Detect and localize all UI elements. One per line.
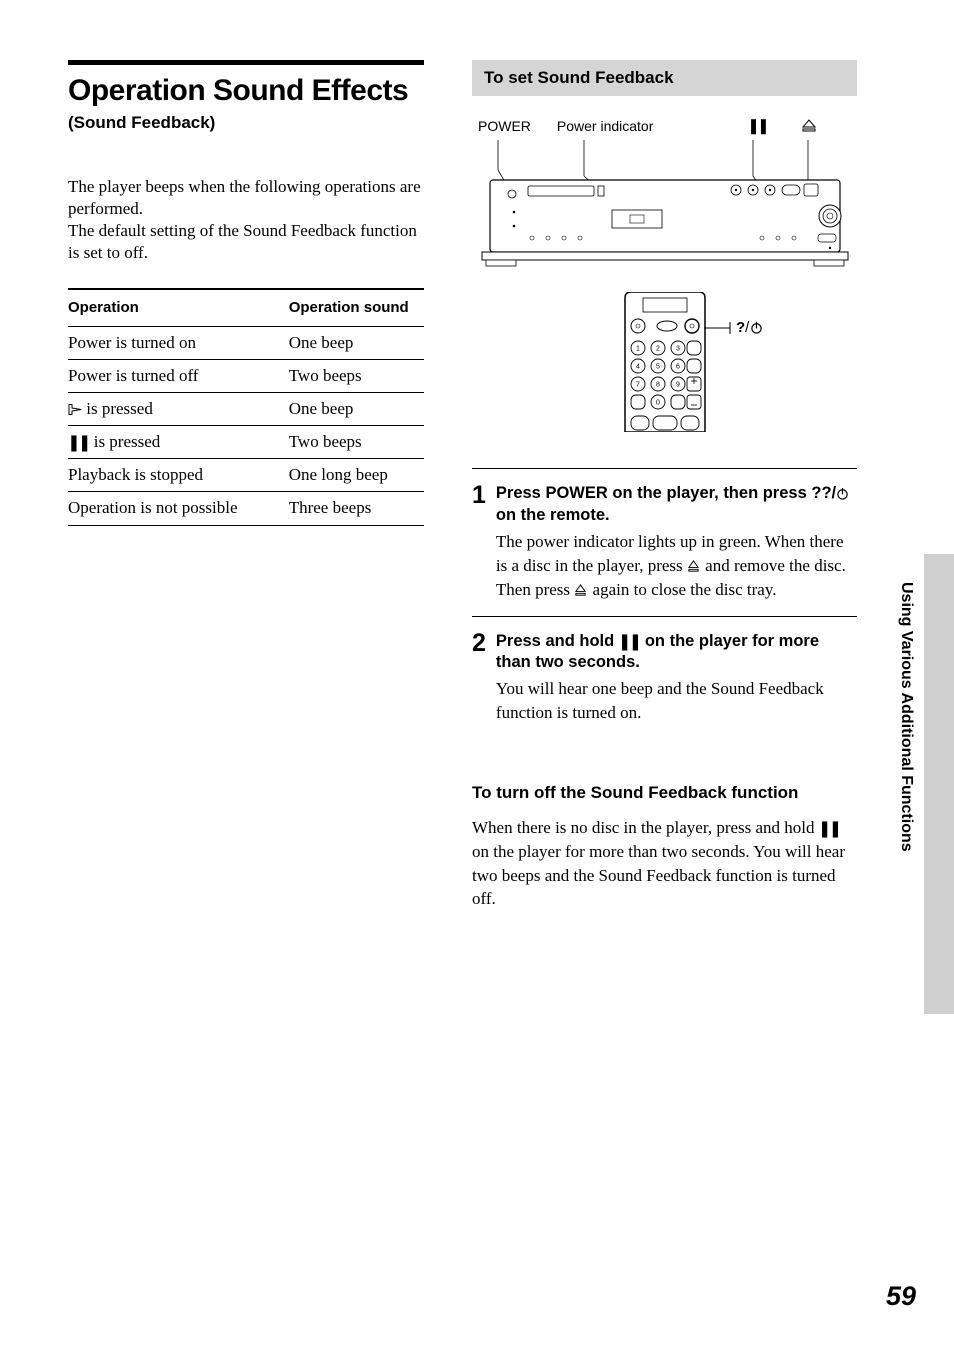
- cell-op: is pressed: [68, 393, 289, 426]
- operation-table: Operation Operation sound Power is turne…: [68, 288, 424, 525]
- cell-op: Playback is stopped: [68, 459, 289, 492]
- page-subtitle: (Sound Feedback): [68, 112, 424, 134]
- cell-sound: Three beeps: [289, 492, 424, 525]
- cell-op-text: is pressed: [89, 432, 160, 451]
- pause-icon: ❚❚: [68, 432, 89, 452]
- pause-icon: ❚❚: [819, 818, 840, 840]
- step-1: 1 Press POWER on the player, then press …: [472, 468, 857, 615]
- eject-icon: [687, 556, 701, 570]
- step-description: You will hear one beep and the Sound Fee…: [496, 677, 857, 725]
- cell-sound: One beep: [289, 393, 424, 426]
- cell-op: ❚❚ is pressed: [68, 426, 289, 459]
- svg-text:2: 2: [656, 346, 660, 353]
- label-indicator: Power indicator: [557, 117, 654, 135]
- side-tab-label: Using Various Additional Functions: [895, 582, 916, 852]
- step-number: 1: [472, 483, 486, 601]
- remote-diagram: 1 2 3 4 5 6 7 8 9: [605, 292, 725, 432]
- step-number: 2: [472, 631, 486, 725]
- t: ?/: [821, 484, 836, 502]
- t: on the player for more than two seconds.…: [472, 842, 845, 909]
- svg-text:5: 5: [656, 364, 660, 371]
- cell-sound: Two beeps: [289, 360, 424, 393]
- t: When there is no disc in the player, pre…: [472, 818, 819, 837]
- svg-text:7: 7: [636, 382, 640, 389]
- cell-sound: Two beeps: [289, 426, 424, 459]
- cell-op: Power is turned on: [68, 326, 289, 359]
- col-sound: Operation sound: [289, 289, 424, 326]
- t: Press and hold: [496, 632, 619, 650]
- eject-icon: [574, 580, 588, 594]
- table-row: Power is turned on One beep: [68, 326, 424, 359]
- page-title: Operation Sound Effects: [68, 71, 424, 110]
- turnoff-body: When there is no disc in the player, pre…: [472, 816, 857, 911]
- eject-icon: [802, 119, 816, 133]
- power-icon: [749, 320, 763, 334]
- turnoff-heading: To turn off the Sound Feedback function: [472, 779, 857, 808]
- table-row: ❚❚ is pressed Two beeps: [68, 426, 424, 459]
- cell-op-text: is pressed: [82, 399, 153, 418]
- diagram-area: POWER Power indicator ❚❚: [472, 114, 857, 438]
- svg-text:3: 3: [676, 346, 680, 353]
- step-description: The power indicator lights up in green. …: [496, 530, 857, 601]
- intro-line1: The player beeps when the following oper…: [68, 177, 421, 218]
- power-icon: [836, 485, 850, 499]
- intro-line2: The default setting of the Sound Feedbac…: [68, 221, 417, 262]
- left-column: Operation Sound Effects (Sound Feedback)…: [68, 60, 424, 911]
- title-rule: [68, 60, 424, 65]
- player-diagram: [472, 140, 857, 270]
- step-2: 2 Press and hold ❚❚ on the player for mo…: [472, 616, 857, 739]
- svg-text:6: 6: [676, 364, 680, 371]
- side-tab: [924, 554, 954, 1014]
- svg-text:4: 4: [636, 364, 640, 371]
- intro-paragraph: The player beeps when the following oper…: [68, 176, 424, 264]
- play-icon: [68, 399, 82, 410]
- label-power: POWER: [478, 117, 531, 135]
- svg-text:9: 9: [676, 382, 680, 389]
- table-row: Playback is stopped One long beep: [68, 459, 424, 492]
- page-number: 59: [886, 1279, 916, 1314]
- cell-sound: One beep: [289, 326, 424, 359]
- table-row: is pressed One beep: [68, 393, 424, 426]
- pause-icon: ❚❚: [748, 117, 768, 136]
- cell-sound: One long beep: [289, 459, 424, 492]
- svg-text:1: 1: [636, 346, 640, 353]
- step-heading: Press POWER on the player, then press ??…: [496, 483, 857, 526]
- cell-op: Operation is not possible: [68, 492, 289, 525]
- remote-power-label: ?/: [736, 318, 763, 338]
- col-operation: Operation: [68, 289, 289, 326]
- section-heading: To set Sound Feedback: [472, 60, 857, 96]
- step-heading: Press and hold ❚❚ on the player for more…: [496, 631, 857, 674]
- t: again to close the disc tray.: [588, 580, 776, 599]
- t: on the remote.: [496, 506, 610, 524]
- right-column: To set Sound Feedback POWER Power indica…: [472, 60, 857, 911]
- cell-op: Power is turned off: [68, 360, 289, 393]
- pause-icon: ❚❚: [619, 631, 640, 651]
- svg-text:8: 8: [656, 382, 660, 389]
- table-row: Operation is not possible Three beeps: [68, 492, 424, 525]
- t: Press POWER on the player, then press: [496, 484, 811, 502]
- svg-text:0: 0: [656, 400, 660, 407]
- table-row: Power is turned off Two beeps: [68, 360, 424, 393]
